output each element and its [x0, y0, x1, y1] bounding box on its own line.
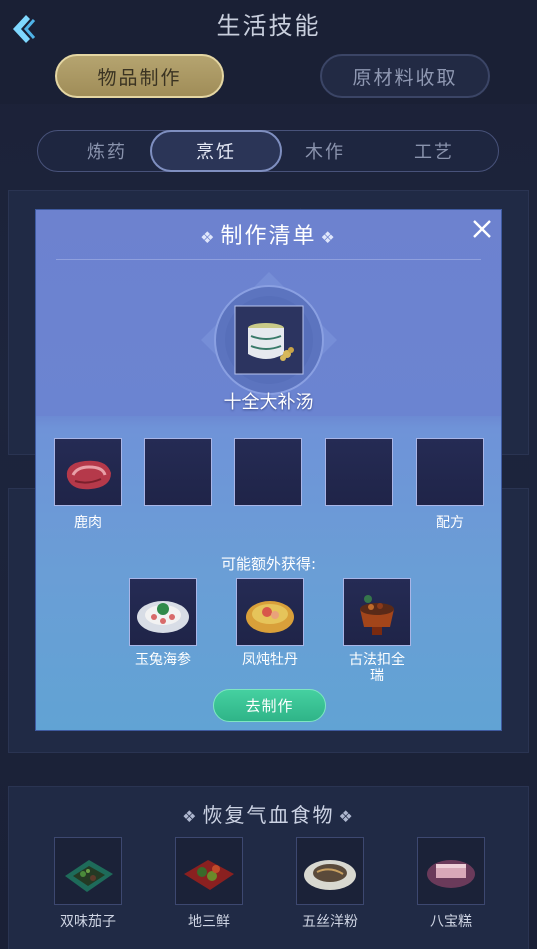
- cake-icon: [417, 837, 485, 905]
- go-craft-button[interactable]: 去制作: [213, 689, 326, 722]
- ingredient-slot[interactable]: [144, 438, 212, 506]
- header: 生活技能 物品制作 原材料收取: [0, 0, 537, 104]
- product-name: 十全大补汤: [223, 392, 314, 413]
- modal-title: ❖ 制作清单 ❖: [200, 224, 337, 249]
- extra-reward-item[interactable]: 玉兔海参: [129, 578, 197, 668]
- empty-slot: [416, 438, 484, 506]
- tab-material-collect[interactable]: 原材料收取: [320, 54, 490, 98]
- recipe-slot[interactable]: 配方: [416, 438, 484, 532]
- diamond-ornament-icon: ❖: [200, 227, 217, 247]
- sub-tab-craft[interactable]: 工艺: [379, 131, 489, 171]
- food-item[interactable]: 地三鲜: [175, 837, 243, 931]
- section-title-hp: ❖ 恢复气血食物 ❖: [182, 803, 355, 827]
- title-divider: [56, 259, 481, 260]
- extra-rewards-title: 可能额外获得:: [220, 555, 317, 573]
- ingredient-slot[interactable]: [234, 438, 302, 506]
- diamond-ornament-icon: ❖: [338, 807, 355, 826]
- sub-tab-cooking[interactable]: 烹饪: [150, 130, 282, 172]
- sea-cucumber-icon: [129, 578, 197, 646]
- crafting-list-modal: ❖ 制作清单 ❖ 十全大补汤 鹿肉 配方 可能额外获得: 玉兔海参 凤炖牡丹 古…: [36, 210, 501, 730]
- eggplant-dish-icon: [54, 837, 122, 905]
- food-item[interactable]: 五丝洋粉: [296, 837, 364, 931]
- food-item[interactable]: 双味茄子: [54, 837, 122, 931]
- hotpot-icon: [343, 578, 411, 646]
- tab-item-crafting[interactable]: 物品制作: [55, 54, 224, 98]
- sub-tab-woodwork[interactable]: 木作: [270, 131, 380, 171]
- empty-slot: [234, 438, 302, 506]
- noodle-dish-icon: [296, 837, 364, 905]
- close-button[interactable]: [471, 218, 493, 240]
- food-item[interactable]: 八宝糕: [417, 837, 485, 931]
- vegetable-dish-icon: [175, 837, 243, 905]
- empty-slot: [325, 438, 393, 506]
- extra-reward-item[interactable]: 凤炖牡丹: [236, 578, 304, 668]
- diamond-ornament-icon: ❖: [182, 807, 199, 826]
- peony-stew-icon: [236, 578, 304, 646]
- extra-reward-item[interactable]: 古法扣全瑞: [343, 578, 411, 684]
- diamond-ornament-icon: ❖: [320, 227, 337, 247]
- sub-tab-alchemy[interactable]: 炼药: [52, 131, 162, 171]
- close-icon: [473, 220, 491, 238]
- venison-icon: [54, 438, 122, 506]
- page-title: 生活技能: [216, 12, 321, 40]
- ingredient-slot[interactable]: 鹿肉: [54, 438, 122, 532]
- ingredient-slot[interactable]: [325, 438, 393, 506]
- empty-slot: [144, 438, 212, 506]
- sub-tab-bar: 炼药 烹饪 木作 工艺: [37, 130, 499, 172]
